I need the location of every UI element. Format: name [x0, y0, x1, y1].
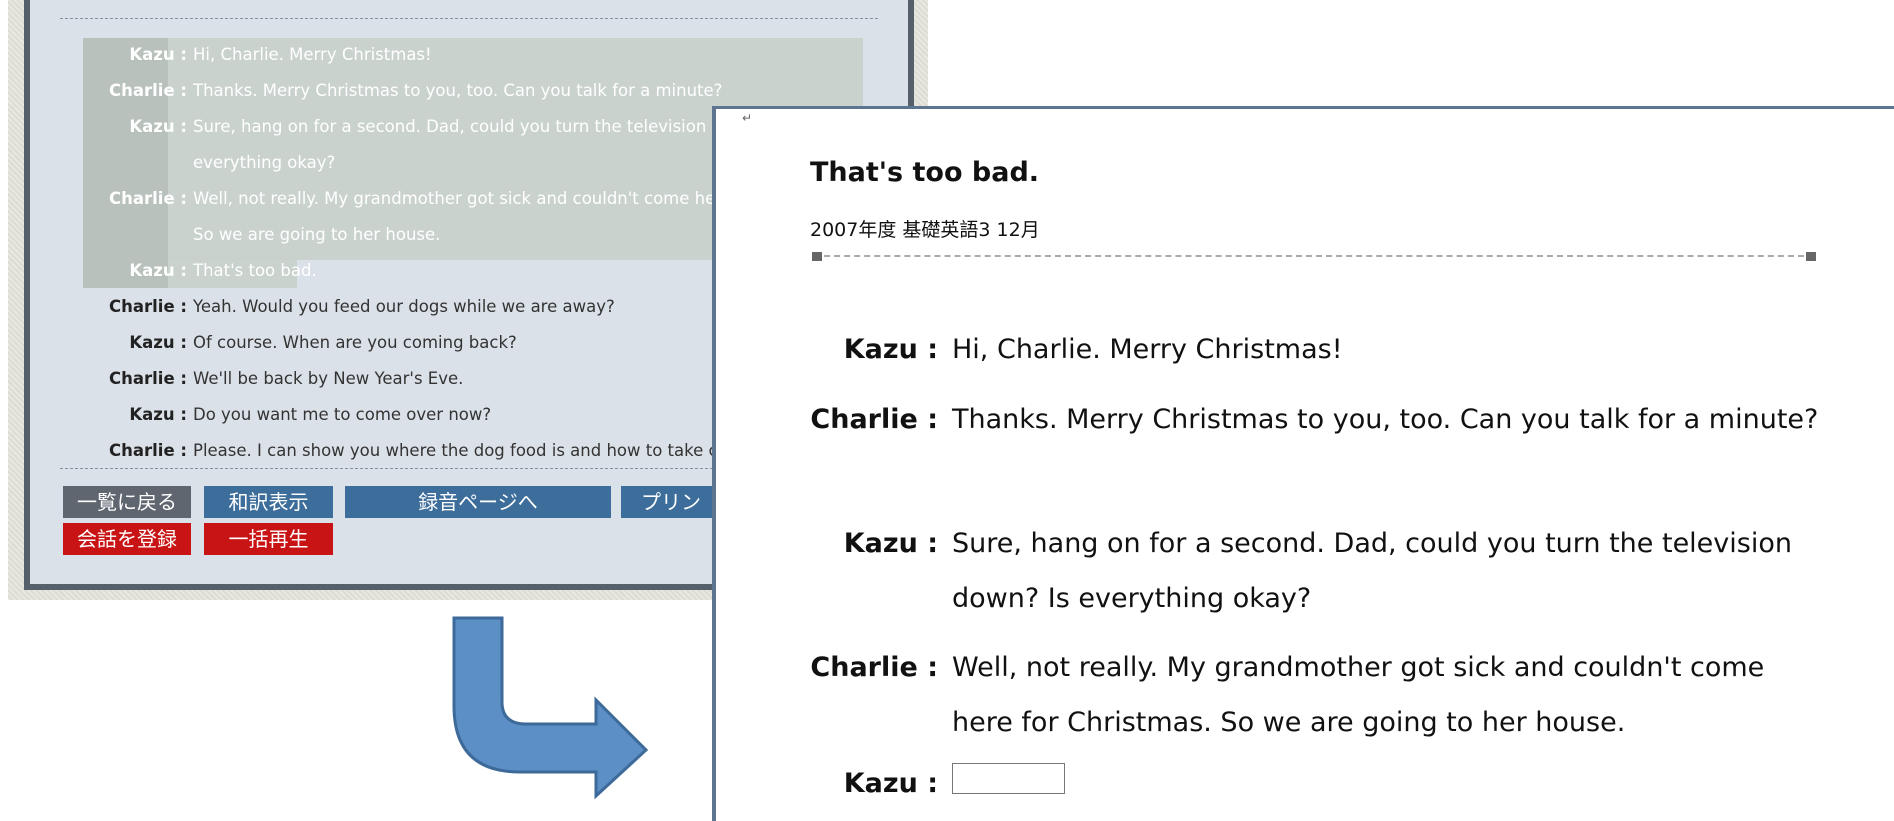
dialogue-line: Kazu : Hi, Charlie. Merry Christmas!	[60, 45, 432, 65]
answer-input[interactable]	[952, 763, 1065, 794]
speaker: Charlie :	[810, 652, 938, 683]
line-text: Sure, hang on for a second. Dad, could y…	[952, 528, 1792, 614]
speaker: Charlie :	[109, 189, 187, 208]
top-divider	[60, 18, 878, 19]
line-text: Well, not really. My grandmother got sic…	[193, 189, 716, 208]
line-text: That's too bad.	[193, 261, 317, 280]
speaker: Kazu :	[129, 405, 187, 424]
dialogue-line: Charlie : Yeah. Would you feed our dogs w…	[60, 297, 615, 317]
back-to-list-button[interactable]: 一覧に戻る	[63, 486, 191, 518]
line-text: Please. I can show you where the dog foo…	[193, 441, 718, 460]
page-subtitle: 2007年度 基礎英語3 12月	[810, 219, 1040, 241]
speaker: Kazu :	[129, 117, 187, 136]
dialogue-line: Charlie : We'll be back by New Year's Eve…	[60, 369, 463, 389]
dialogue-line: Charlie : Thanks. Merry Christmas to you,…	[60, 81, 722, 101]
line-text: Hi, Charlie. Merry Christmas!	[193, 45, 432, 64]
page-title: That's too bad.	[810, 157, 1040, 188]
divider-end-marker	[1806, 252, 1816, 261]
play-all-button[interactable]: 一括再生	[204, 523, 333, 555]
line-text: Thanks. Merry Christmas to you, too. Can…	[952, 404, 1819, 435]
curved-arrow-icon	[452, 616, 649, 800]
speaker: Charlie :	[109, 441, 187, 460]
dialogue-line: Kazu : Do you want me to come over now?	[60, 405, 491, 425]
dialogue-line: Charlie : Please. I can show you where th…	[60, 441, 718, 461]
show-translation-button[interactable]: 和訳表示	[204, 486, 333, 518]
return-mark-icon: ↵	[742, 111, 753, 125]
speaker: Kazu :	[129, 261, 187, 280]
dialogue-line: Kazu : Sure, hang on for a second. Dad, c…	[60, 117, 722, 137]
speaker: Charlie :	[109, 297, 187, 316]
line-text: Do you want me to come over now?	[193, 405, 492, 424]
speaker: Charlie :	[109, 81, 187, 100]
divider-end-marker	[812, 252, 822, 261]
line-text: Sure, hang on for a second. Dad, could y…	[193, 117, 723, 136]
speaker: Kazu :	[129, 333, 187, 352]
dialogue-line: Kazu : Of course. When are you coming bac…	[60, 333, 517, 353]
register-conversation-button[interactable]: 会話を登録	[63, 523, 191, 555]
speaker: Kazu :	[129, 45, 187, 64]
line-text: Well, not really. My grandmother got sic…	[952, 652, 1765, 738]
zoomed-dialogue-panel: ↵ That's too bad. 2007年度 基礎英語3 12月 Kazu …	[712, 106, 1894, 821]
line-text: We'll be back by New Year's Eve.	[193, 369, 464, 388]
divider	[812, 252, 1816, 261]
line-text: So we are going to her house.	[193, 225, 441, 244]
line-text: Yeah. Would you feed our dogs while we a…	[193, 297, 615, 316]
line-text: Thanks. Merry Christmas to you, too. Can…	[193, 81, 723, 100]
dialogue-line: So we are going to her house.	[60, 225, 440, 245]
speaker: Kazu :	[843, 334, 938, 365]
dialogue-line: everything okay?	[60, 153, 335, 173]
dialogue-line: Charlie : Well, not really. My grandmothe…	[60, 189, 715, 209]
dialogue-line: Kazu : That's too bad.	[60, 261, 317, 281]
line-text: Of course. When are you coming back?	[193, 333, 517, 352]
line-text: everything okay?	[193, 153, 336, 172]
speaker: Charlie :	[109, 369, 187, 388]
speaker: Charlie :	[810, 404, 938, 435]
recording-page-button[interactable]: 録音ページへ	[345, 486, 611, 518]
line-text: Hi, Charlie. Merry Christmas!	[952, 334, 1343, 365]
speaker: Kazu :	[843, 768, 938, 799]
speaker: Kazu :	[843, 528, 938, 559]
print-button[interactable]: プリン	[621, 486, 721, 518]
